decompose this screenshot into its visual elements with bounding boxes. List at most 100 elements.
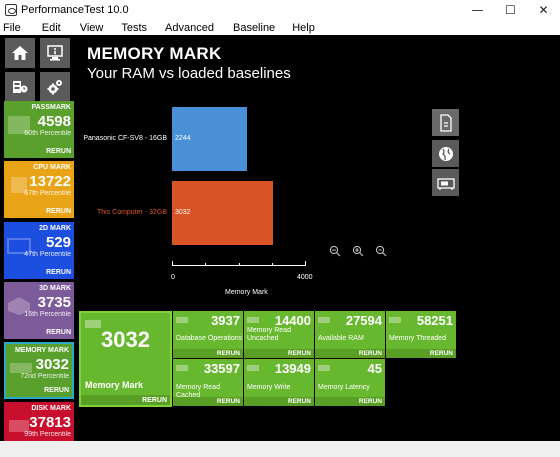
passmark-tile[interactable]: PASSMARK 4598 60th Percentile RERUN <box>4 101 74 158</box>
result-value: 27594 <box>345 313 382 328</box>
web-button[interactable] <box>432 140 459 167</box>
system-info-button[interactable] <box>40 38 70 68</box>
close-button[interactable]: ✕ <box>527 0 560 20</box>
result-tile-memory-threaded[interactable]: 58251 Memory Threaded RERUN <box>386 311 456 358</box>
rerun-button[interactable]: RERUN <box>46 208 71 215</box>
menu-tests[interactable]: Tests <box>121 22 147 34</box>
x-axis-title: Memory Mark <box>225 289 268 296</box>
tile-label: CPU MARK <box>33 164 71 171</box>
main-panel: MEMORY MARK Your RAM vs loaded baselines… <box>76 35 560 445</box>
tile-percentile: 67th Percentile <box>24 190 71 197</box>
status-bar <box>0 441 560 457</box>
tile-label: PASSMARK <box>31 104 71 111</box>
memory-chip-icon <box>318 365 330 371</box>
result-value: 3937 <box>211 313 240 328</box>
result-tile-database-operations[interactable]: 3937 Database Operations RERUN <box>173 311 243 358</box>
result-value: 33597 <box>203 361 240 376</box>
tile-value: 4598 <box>37 113 71 130</box>
memory-chip-icon <box>247 317 259 323</box>
menu-baseline[interactable]: Baseline <box>233 22 275 34</box>
home-button[interactable] <box>5 38 35 68</box>
bar-value-label: 2244 <box>175 135 191 142</box>
rerun-button[interactable]: RERUN <box>44 387 69 394</box>
home-icon <box>12 46 28 60</box>
memory-chip-icon <box>389 317 401 323</box>
web-globe-icon <box>438 146 453 161</box>
window-title: PerformanceTest 10.0 <box>21 4 129 16</box>
result-label: Memory Write <box>247 384 291 391</box>
x-axis-tick <box>205 263 206 266</box>
menu-view[interactable]: View <box>80 22 104 34</box>
result-tile-memory-latency[interactable]: 45 Memory Latency RERUN <box>315 359 385 406</box>
zoom-in-icon[interactable] <box>352 245 364 257</box>
title-bar: PerformanceTest 10.0 — ☐ ✕ <box>0 0 560 20</box>
menu-advanced[interactable]: Advanced <box>165 22 214 34</box>
zoom-reset-icon[interactable] <box>375 245 387 257</box>
maximize-button[interactable]: ☐ <box>494 0 527 20</box>
rerun-button[interactable]: RERUN <box>217 398 240 405</box>
tile-label: DISK MARK <box>31 405 71 412</box>
baseline-button[interactable] <box>432 169 459 196</box>
baseline-bar-chart: Memory Mark 2244 Panasonic CF-SV8 - 16GB 3… <box>76 35 436 305</box>
x-axis-tick <box>172 261 173 266</box>
result-value: 58251 <box>416 313 453 328</box>
tile-value: 37813 <box>29 414 71 431</box>
disk-mark-tile[interactable]: DISK MARK 37813 99th Percentile <box>4 402 74 445</box>
export-button[interactable] <box>432 109 459 136</box>
result-label: Available RAM <box>318 335 364 342</box>
cpu-status-icon <box>13 81 28 93</box>
memory-chip-icon <box>176 317 188 323</box>
result-value: 14400 <box>274 313 311 328</box>
menu-edit[interactable]: Edit <box>42 22 61 34</box>
tile-percentile: 60th Percentile <box>24 130 71 137</box>
3d-mark-tile[interactable]: 3D MARK 3735 16th Percentile RERUN <box>4 282 74 339</box>
sidebar: PASSMARK 4598 60th Percentile RERUN CPU … <box>0 35 76 445</box>
result-tile-memory-read-uncached[interactable]: 14400 Memory Read Uncached RERUN <box>244 311 314 358</box>
x-tick-label: 4000 <box>297 274 313 281</box>
rerun-button[interactable]: RERUN <box>359 398 382 405</box>
tile-value: 529 <box>45 234 71 251</box>
2d-mark-tile[interactable]: 2D MARK 529 47th Percentile RERUN <box>4 222 74 279</box>
category-label: Panasonic CF-SV8 - 16GB <box>83 135 167 142</box>
memory-mark-result-tile[interactable]: 3032 Memory Mark RERUN <box>79 311 172 407</box>
rerun-button[interactable]: RERUN <box>46 148 71 155</box>
cpu-status-button[interactable] <box>5 72 35 102</box>
result-tile-memory-write[interactable]: 13949 Memory Write RERUN <box>244 359 314 406</box>
result-tile-available-ram[interactable]: 27594 Available RAM RERUN <box>315 311 385 358</box>
zoom-out-icon[interactable] <box>329 245 341 257</box>
export-document-icon <box>439 113 452 132</box>
memory-chip-icon <box>176 365 188 371</box>
result-label: Memory Read Uncached <box>247 327 291 342</box>
rerun-button[interactable]: RERUN <box>359 350 382 357</box>
minimize-button[interactable]: — <box>461 0 494 20</box>
result-tile-memory-read-cached[interactable]: 33597 Memory Read Cached RERUN <box>173 359 243 406</box>
baseline-card-icon <box>436 177 455 190</box>
menu-help[interactable]: Help <box>292 22 315 34</box>
tile-percentile: 72nd Percentile <box>20 373 69 380</box>
result-value: 45 <box>367 361 382 376</box>
menu-bar: File Edit View Tests Advanced Baseline H… <box>0 20 560 35</box>
settings-button[interactable] <box>40 72 70 102</box>
tile-label: MEMORY MARK <box>14 347 69 354</box>
menu-file[interactable]: File <box>3 22 21 34</box>
rerun-button[interactable]: RERUN <box>430 350 453 357</box>
rerun-button[interactable]: RERUN <box>46 269 71 276</box>
rerun-button[interactable]: RERUN <box>46 329 71 336</box>
result-label: Memory Latency <box>318 384 370 391</box>
result-label: Memory Threaded <box>389 335 447 342</box>
memory-mark-tile[interactable]: MEMORY MARK 3032 72nd Percentile RERUN <box>4 342 74 399</box>
app-logo-icon <box>5 4 17 16</box>
tile-label: 3D MARK <box>39 285 71 292</box>
rerun-button[interactable]: RERUN <box>288 350 311 357</box>
rerun-button[interactable]: RERUN <box>288 398 311 405</box>
memory-chip-icon <box>247 365 259 371</box>
tile-percentile: 16th Percentile <box>24 311 71 318</box>
cpu-mark-tile[interactable]: CPU MARK 13722 67th Percentile RERUN <box>4 161 74 218</box>
result-label: Memory Mark <box>85 380 144 390</box>
x-axis-tick <box>305 261 306 266</box>
x-axis-tick <box>272 263 273 266</box>
settings-gears-icon <box>47 80 62 95</box>
rerun-button[interactable]: RERUN <box>217 350 240 357</box>
rerun-button[interactable]: RERUN <box>142 397 167 404</box>
tile-percentile: 99th Percentile <box>24 431 71 438</box>
